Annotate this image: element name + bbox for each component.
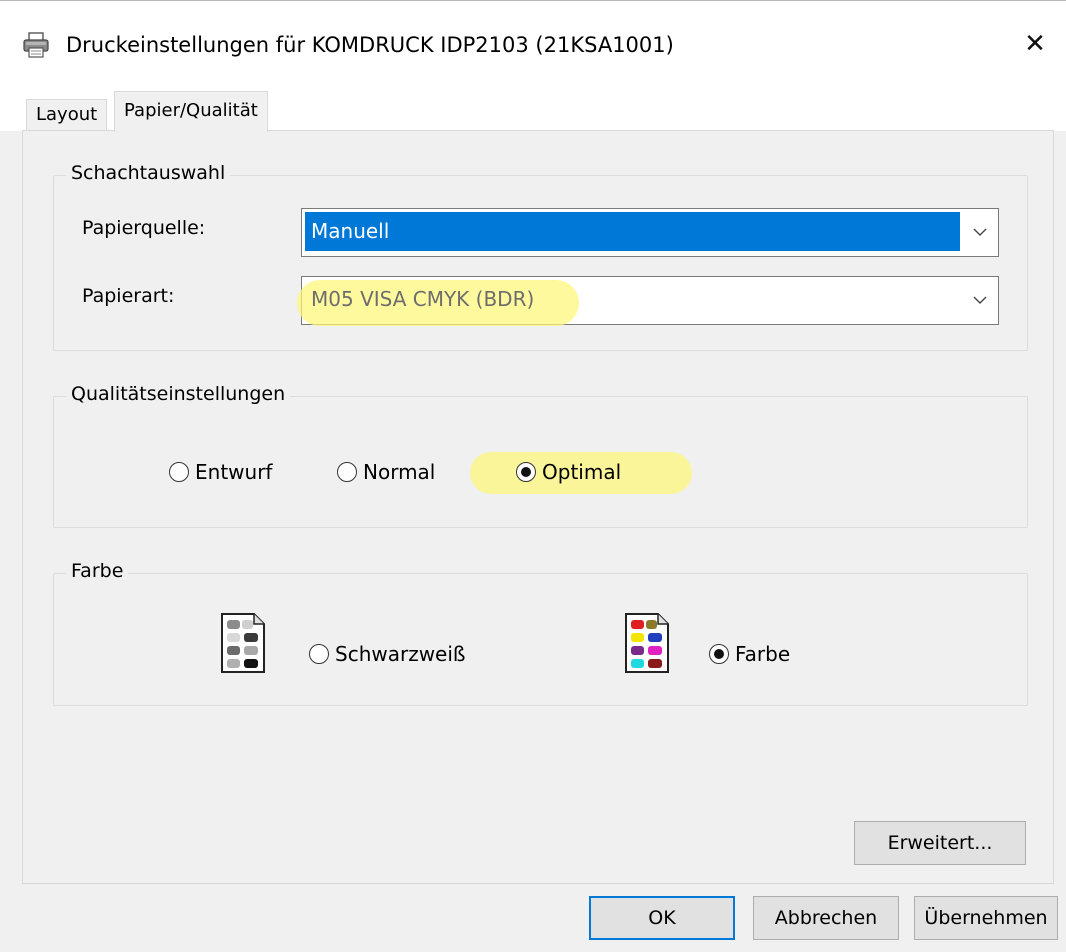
print-preferences-dialog: Druckeinstellungen für KOMDRUCK IDP2103 … — [0, 0, 1066, 952]
papierart-dropdown[interactable]: M05 VISA CMYK (BDR) — [297, 276, 999, 326]
tab-panel-papier-qualitaet: Schachtauswahl Papierquelle: Manuell Pap… — [22, 130, 1054, 884]
papierquelle-label: Papierquelle: — [82, 217, 206, 239]
tab-strip: Layout Papier/Qualität — [0, 89, 1066, 132]
ok-button[interactable]: OK — [589, 896, 735, 940]
papierquelle-dropdown[interactable]: Manuell — [301, 208, 999, 257]
tab-layout[interactable]: Layout — [26, 99, 108, 131]
radio-circle — [709, 644, 729, 664]
cancel-button[interactable]: Abbrechen — [753, 896, 899, 940]
grayscale-paper-icon — [221, 613, 265, 673]
group-title-farbe: Farbe — [66, 559, 129, 583]
advanced-button[interactable]: Erweitert... — [854, 821, 1026, 865]
printer-icon — [23, 32, 49, 58]
radio-label-optimal: Optimal — [542, 460, 622, 484]
close-button[interactable]: ✕ — [1010, 19, 1060, 69]
group-farbe: Farbe Schwarzweiß Farbe — [53, 559, 1028, 706]
radio-circle — [516, 462, 536, 482]
radio-circle — [337, 462, 357, 482]
radio-label-farbe: Farbe — [735, 642, 791, 666]
papierart-value: M05 VISA CMYK (BDR) — [311, 287, 535, 311]
papierart-label: Papierart: — [82, 285, 175, 307]
radio-optimal[interactable]: Optimal — [516, 459, 621, 485]
group-qualitaetseinstellungen: Qualitätseinstellungen Entwurf Normal Op… — [53, 382, 1028, 528]
papierquelle-value: Manuell — [305, 212, 960, 251]
radio-farbe[interactable]: Farbe — [709, 641, 790, 667]
radio-label-entwurf: Entwurf — [195, 460, 273, 484]
chevron-down-icon — [973, 296, 987, 304]
color-paper-icon — [625, 613, 669, 673]
apply-button[interactable]: Übernehmen — [914, 896, 1058, 940]
close-icon: ✕ — [1024, 29, 1046, 59]
radio-label-normal: Normal — [363, 460, 436, 484]
title-bar: Druckeinstellungen für KOMDRUCK IDP2103 … — [0, 1, 1066, 89]
tab-papier-qualitaet[interactable]: Papier/Qualität — [114, 91, 268, 132]
radio-label-schwarzweiss: Schwarzweiß — [335, 642, 466, 666]
group-schachtauswahl: Schachtauswahl Papierquelle: Manuell Pap… — [53, 161, 1028, 351]
chevron-down-icon — [973, 228, 987, 236]
radio-schwarzweiss[interactable]: Schwarzweiß — [309, 641, 466, 667]
window-title: Druckeinstellungen für KOMDRUCK IDP2103 … — [66, 33, 674, 57]
radio-normal[interactable]: Normal — [337, 459, 435, 485]
group-title-schachtauswahl: Schachtauswahl — [66, 161, 231, 185]
radio-dot — [521, 467, 531, 477]
radio-entwurf[interactable]: Entwurf — [169, 459, 272, 485]
radio-circle — [169, 462, 189, 482]
radio-dot — [714, 649, 724, 659]
group-title-qualitaet: Qualitätseinstellungen — [66, 382, 291, 406]
radio-circle — [309, 644, 329, 664]
